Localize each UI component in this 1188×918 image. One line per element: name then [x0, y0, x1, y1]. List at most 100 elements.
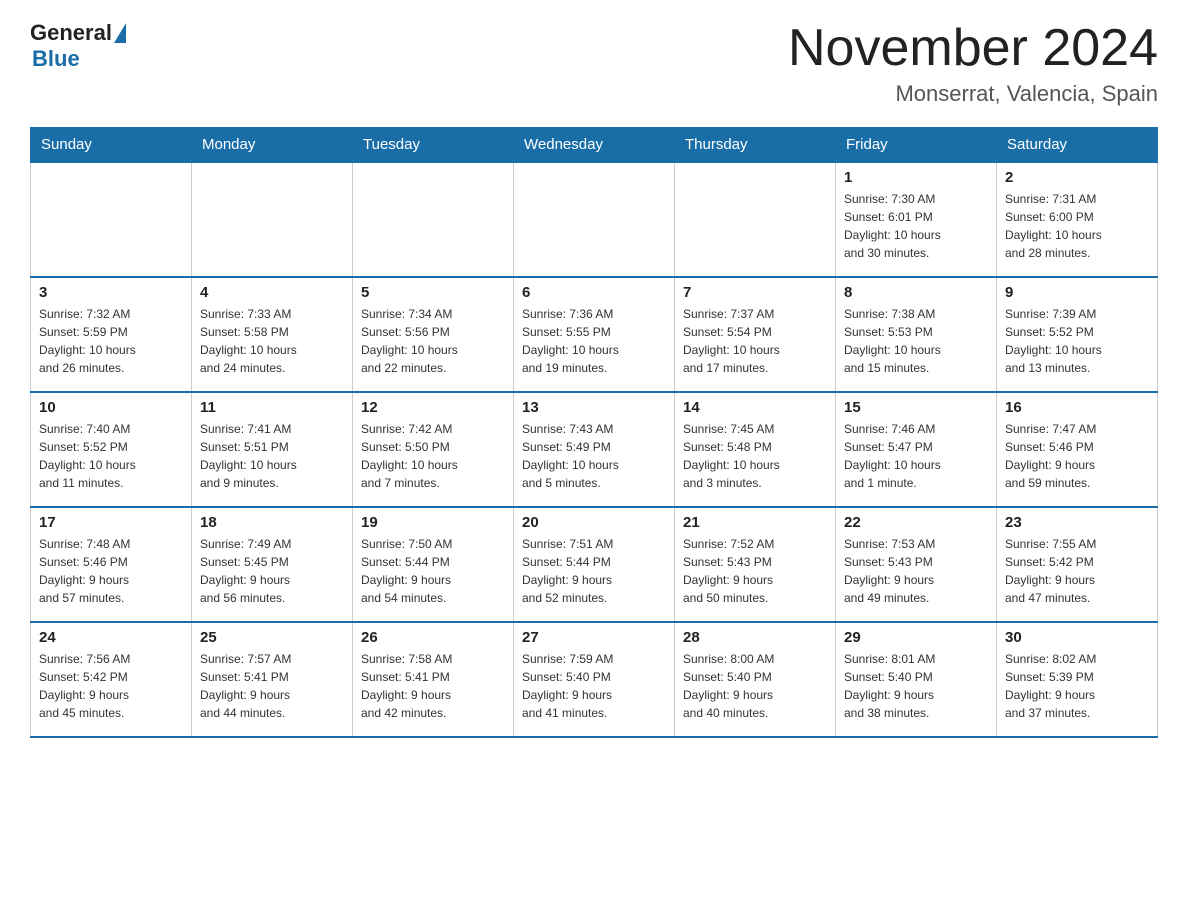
week-row-5: 24 Sunrise: 7:56 AM Sunset: 5:42 PM Dayli… [31, 622, 1158, 737]
calendar-cell: 2 Sunrise: 7:31 AM Sunset: 6:00 PM Daylig… [997, 162, 1158, 277]
day-number: 23 [1005, 514, 1149, 531]
calendar-cell: 4 Sunrise: 7:33 AM Sunset: 5:58 PM Daylig… [192, 277, 353, 392]
location-subtitle: Monserrat, Valencia, Spain [788, 81, 1158, 107]
day-info: Sunrise: 7:59 AM Sunset: 5:40 PM Dayligh… [522, 650, 666, 722]
calendar-cell [675, 162, 836, 277]
week-row-1: 1Sunrise: 7:30 AM Sunset: 6:01 PM Daylig… [31, 162, 1158, 277]
day-info: Sunrise: 7:39 AM Sunset: 5:52 PM Dayligh… [1005, 305, 1149, 377]
day-number: 13 [522, 399, 666, 416]
day-number: 12 [361, 399, 505, 416]
day-number: 7 [683, 284, 827, 301]
day-info: Sunrise: 7:55 AM Sunset: 5:42 PM Dayligh… [1005, 535, 1149, 607]
day-info: Sunrise: 7:48 AM Sunset: 5:46 PM Dayligh… [39, 535, 183, 607]
calendar-cell: 18 Sunrise: 7:49 AM Sunset: 5:45 PM Dayli… [192, 507, 353, 622]
day-number: 4 [200, 284, 344, 301]
day-info: Sunrise: 7:50 AM Sunset: 5:44 PM Dayligh… [361, 535, 505, 607]
day-number: 17 [39, 514, 183, 531]
weekday-header-tuesday: Tuesday [353, 128, 514, 163]
day-number: 6 [522, 284, 666, 301]
logo-blue-text: Blue [32, 46, 80, 72]
weekday-header-sunday: Sunday [31, 128, 192, 163]
day-info: Sunrise: 8:01 AM Sunset: 5:40 PM Dayligh… [844, 650, 988, 722]
day-number: 3 [39, 284, 183, 301]
calendar-cell: 16Sunrise: 7:47 AM Sunset: 5:46 PM Dayli… [997, 392, 1158, 507]
calendar-cell: 19 Sunrise: 7:50 AM Sunset: 5:44 PM Dayli… [353, 507, 514, 622]
calendar-cell [192, 162, 353, 277]
day-info: Sunrise: 7:53 AM Sunset: 5:43 PM Dayligh… [844, 535, 988, 607]
day-info: Sunrise: 7:51 AM Sunset: 5:44 PM Dayligh… [522, 535, 666, 607]
weekday-header-monday: Monday [192, 128, 353, 163]
day-number: 15 [844, 399, 988, 416]
weekday-header-saturday: Saturday [997, 128, 1158, 163]
week-row-4: 17 Sunrise: 7:48 AM Sunset: 5:46 PM Dayli… [31, 507, 1158, 622]
calendar-cell: 15 Sunrise: 7:46 AM Sunset: 5:47 PM Dayli… [836, 392, 997, 507]
day-number: 10 [39, 399, 183, 416]
day-number: 27 [522, 629, 666, 646]
day-info: Sunrise: 8:02 AM Sunset: 5:39 PM Dayligh… [1005, 650, 1149, 722]
calendar-cell: 10 Sunrise: 7:40 AM Sunset: 5:52 PM Dayli… [31, 392, 192, 507]
day-info: Sunrise: 7:33 AM Sunset: 5:58 PM Dayligh… [200, 305, 344, 377]
day-info: Sunrise: 7:37 AM Sunset: 5:54 PM Dayligh… [683, 305, 827, 377]
day-number: 25 [200, 629, 344, 646]
weekday-header-wednesday: Wednesday [514, 128, 675, 163]
page-header: General Blue November 2024 Monserrat, Va… [30, 20, 1158, 107]
day-info: Sunrise: 7:43 AM Sunset: 5:49 PM Dayligh… [522, 420, 666, 492]
logo: General Blue [30, 20, 126, 72]
day-number: 8 [844, 284, 988, 301]
day-info: Sunrise: 7:41 AM Sunset: 5:51 PM Dayligh… [200, 420, 344, 492]
calendar-cell [353, 162, 514, 277]
day-info: Sunrise: 7:36 AM Sunset: 5:55 PM Dayligh… [522, 305, 666, 377]
calendar-cell: 14 Sunrise: 7:45 AM Sunset: 5:48 PM Dayli… [675, 392, 836, 507]
calendar-cell: 6 Sunrise: 7:36 AM Sunset: 5:55 PM Daylig… [514, 277, 675, 392]
day-number: 18 [200, 514, 344, 531]
day-number: 26 [361, 629, 505, 646]
calendar-cell: 3 Sunrise: 7:32 AM Sunset: 5:59 PM Daylig… [31, 277, 192, 392]
week-row-2: 3 Sunrise: 7:32 AM Sunset: 5:59 PM Daylig… [31, 277, 1158, 392]
day-info: Sunrise: 7:32 AM Sunset: 5:59 PM Dayligh… [39, 305, 183, 377]
calendar-cell: 30Sunrise: 8:02 AM Sunset: 5:39 PM Dayli… [997, 622, 1158, 737]
calendar-cell: 20Sunrise: 7:51 AM Sunset: 5:44 PM Dayli… [514, 507, 675, 622]
day-number: 22 [844, 514, 988, 531]
calendar-cell: 28 Sunrise: 8:00 AM Sunset: 5:40 PM Dayli… [675, 622, 836, 737]
day-info: Sunrise: 7:31 AM Sunset: 6:00 PM Dayligh… [1005, 190, 1149, 262]
calendar-cell: 24 Sunrise: 7:56 AM Sunset: 5:42 PM Dayli… [31, 622, 192, 737]
logo-triangle-icon [114, 23, 126, 43]
day-number: 1 [844, 169, 988, 186]
day-number: 21 [683, 514, 827, 531]
day-number: 29 [844, 629, 988, 646]
day-number: 19 [361, 514, 505, 531]
day-info: Sunrise: 7:57 AM Sunset: 5:41 PM Dayligh… [200, 650, 344, 722]
day-number: 16 [1005, 399, 1149, 416]
day-info: Sunrise: 7:58 AM Sunset: 5:41 PM Dayligh… [361, 650, 505, 722]
calendar-cell: 23 Sunrise: 7:55 AM Sunset: 5:42 PM Dayli… [997, 507, 1158, 622]
day-info: Sunrise: 7:34 AM Sunset: 5:56 PM Dayligh… [361, 305, 505, 377]
day-number: 24 [39, 629, 183, 646]
day-number: 9 [1005, 284, 1149, 301]
calendar-cell [31, 162, 192, 277]
day-info: Sunrise: 7:46 AM Sunset: 5:47 PM Dayligh… [844, 420, 988, 492]
month-title: November 2024 [788, 20, 1158, 77]
calendar-cell: 7 Sunrise: 7:37 AM Sunset: 5:54 PM Daylig… [675, 277, 836, 392]
day-number: 14 [683, 399, 827, 416]
day-info: Sunrise: 7:40 AM Sunset: 5:52 PM Dayligh… [39, 420, 183, 492]
calendar-cell: 27 Sunrise: 7:59 AM Sunset: 5:40 PM Dayli… [514, 622, 675, 737]
calendar-cell: 11 Sunrise: 7:41 AM Sunset: 5:51 PM Dayli… [192, 392, 353, 507]
day-info: Sunrise: 7:56 AM Sunset: 5:42 PM Dayligh… [39, 650, 183, 722]
day-info: Sunrise: 8:00 AM Sunset: 5:40 PM Dayligh… [683, 650, 827, 722]
calendar-cell: 1Sunrise: 7:30 AM Sunset: 6:01 PM Daylig… [836, 162, 997, 277]
calendar-cell [514, 162, 675, 277]
title-section: November 2024 Monserrat, Valencia, Spain [788, 20, 1158, 107]
day-info: Sunrise: 7:45 AM Sunset: 5:48 PM Dayligh… [683, 420, 827, 492]
day-number: 28 [683, 629, 827, 646]
calendar-table: SundayMondayTuesdayWednesdayThursdayFrid… [30, 127, 1158, 738]
calendar-cell: 22 Sunrise: 7:53 AM Sunset: 5:43 PM Dayli… [836, 507, 997, 622]
day-info: Sunrise: 7:38 AM Sunset: 5:53 PM Dayligh… [844, 305, 988, 377]
weekday-header-friday: Friday [836, 128, 997, 163]
day-number: 11 [200, 399, 344, 416]
calendar-cell: 21Sunrise: 7:52 AM Sunset: 5:43 PM Dayli… [675, 507, 836, 622]
calendar-cell: 8 Sunrise: 7:38 AM Sunset: 5:53 PM Daylig… [836, 277, 997, 392]
logo-general-text: General [30, 20, 112, 46]
calendar-cell: 5Sunrise: 7:34 AM Sunset: 5:56 PM Daylig… [353, 277, 514, 392]
day-number: 2 [1005, 169, 1149, 186]
day-info: Sunrise: 7:49 AM Sunset: 5:45 PM Dayligh… [200, 535, 344, 607]
